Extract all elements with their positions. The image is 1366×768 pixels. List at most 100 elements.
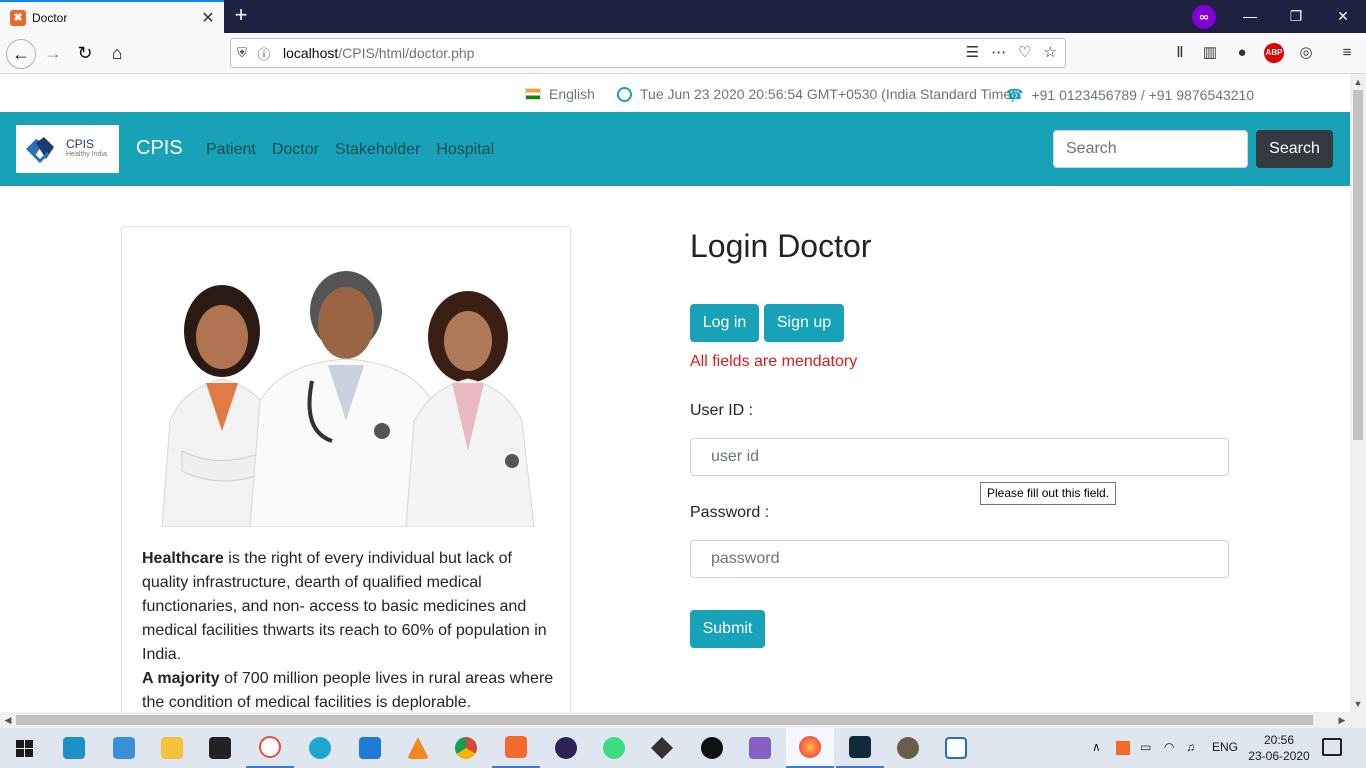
page-title: Login Doctor bbox=[690, 228, 872, 264]
volume-icon[interactable]: ♫ bbox=[1186, 740, 1195, 754]
nav-patient[interactable]: Patient bbox=[206, 141, 256, 159]
validation-tooltip: Please fill out this field. bbox=[980, 482, 1117, 505]
handshake-logo-icon bbox=[26, 137, 54, 164]
browser-tab[interactable]: ✖ Doctor ✕ bbox=[0, 0, 224, 33]
scroll-down-icon[interactable]: ▼ bbox=[1350, 696, 1366, 712]
extension-icon[interactable]: ◎ bbox=[1296, 43, 1316, 63]
unity-icon[interactable] bbox=[638, 728, 686, 768]
horizontal-scrollbar[interactable]: ◀ ▶ bbox=[0, 712, 1350, 728]
search-input[interactable] bbox=[1053, 130, 1248, 168]
alarm-clock-icon bbox=[617, 86, 632, 102]
android-studio-icon[interactable] bbox=[590, 728, 638, 768]
windows-start-icon[interactable] bbox=[0, 728, 48, 768]
shield-icon[interactable]: ⛨ bbox=[231, 45, 253, 61]
notification-icon[interactable] bbox=[1322, 738, 1342, 756]
main-nav: Patient Doctor Stakeholder Hospital bbox=[206, 141, 494, 159]
taskbar: ∧ ▭ ◠ ♫ ENG 20:56 23-06-2020 bbox=[0, 728, 1366, 768]
back-button[interactable]: ← bbox=[6, 39, 36, 69]
private-browsing-icon: ∞ bbox=[1192, 5, 1216, 29]
scroll-up-icon[interactable]: ▲ bbox=[1350, 74, 1366, 90]
restore-button[interactable]: ❐ bbox=[1273, 0, 1319, 33]
nav-hospital[interactable]: Hospital bbox=[436, 141, 494, 159]
close-window-button[interactable]: ✕ bbox=[1320, 0, 1366, 33]
taskbar-time: 20:56 bbox=[1263, 733, 1295, 747]
language-selector[interactable]: English bbox=[549, 86, 595, 102]
vlc-icon[interactable] bbox=[394, 728, 442, 768]
edge-icon[interactable] bbox=[296, 728, 344, 768]
more-actions-icon[interactable]: ⋯ bbox=[991, 43, 1006, 61]
url-bar[interactable]: ⛨ ⓘ localhost/CPIS/html/doctor.php ☰ ⋯ ♡… bbox=[230, 38, 1066, 68]
search-button[interactable]: Search bbox=[1256, 130, 1333, 168]
gimp-icon[interactable] bbox=[884, 728, 932, 768]
site-header: CPIS Healthy India CPIS Patient Doctor S… bbox=[0, 112, 1350, 186]
vertical-scrollbar[interactable]: ▲ ▼ bbox=[1350, 74, 1366, 712]
unreal-icon[interactable] bbox=[688, 728, 736, 768]
url-text[interactable]: localhost/CPIS/html/doctor.php bbox=[283, 45, 474, 61]
phone-icon: ☎ bbox=[1006, 86, 1024, 102]
bookmark-star-icon[interactable]: ☆ bbox=[1044, 43, 1057, 61]
tab-title: Doctor bbox=[32, 10, 68, 25]
pocket-icon[interactable]: ♡ bbox=[1018, 43, 1031, 61]
password-input[interactable] bbox=[690, 540, 1229, 578]
submit-button[interactable]: Submit bbox=[690, 610, 765, 648]
wifi-icon[interactable]: ◠ bbox=[1164, 740, 1174, 754]
password-label: Password : bbox=[690, 504, 770, 521]
visual-studio-icon[interactable] bbox=[736, 728, 784, 768]
info-p1-bold: Healthcare bbox=[142, 550, 224, 567]
info-icon[interactable]: ⓘ bbox=[253, 44, 275, 63]
xampp-icon: ✖ bbox=[10, 9, 26, 26]
horizontal-scroll-thumb[interactable] bbox=[16, 715, 1313, 725]
browser-navbar: ← → ↻ ⌂ ⛨ ⓘ localhost/CPIS/html/doctor.p… bbox=[0, 33, 1366, 74]
info-p2-bold: A majority bbox=[142, 670, 220, 687]
scroll-left-icon[interactable]: ◀ bbox=[0, 712, 16, 728]
library-icon[interactable]: Ⅱ bbox=[1170, 43, 1190, 63]
forward-button[interactable]: → bbox=[38, 39, 68, 69]
reader-view-icon[interactable]: ☰ bbox=[966, 43, 979, 61]
logo-subtitle: Healthy India bbox=[66, 151, 107, 158]
signup-tab-button[interactable]: Sign up bbox=[764, 304, 844, 342]
logo-title: CPIS bbox=[66, 137, 95, 151]
input-language[interactable]: ENG bbox=[1212, 740, 1238, 754]
userid-input[interactable] bbox=[690, 438, 1229, 476]
login-tab-button[interactable]: Log in bbox=[690, 304, 759, 342]
battery-icon[interactable]: ▭ bbox=[1140, 740, 1151, 754]
app-icon-a[interactable] bbox=[246, 728, 294, 768]
top-info-bar: English Tue Jun 23 2020 20:56:54 GMT+053… bbox=[0, 86, 1350, 106]
sidebar-icon[interactable]: ▥ bbox=[1200, 43, 1220, 63]
vscode-icon[interactable] bbox=[346, 728, 394, 768]
command-prompt-icon[interactable] bbox=[196, 728, 244, 768]
nav-stakeholder[interactable]: Stakeholder bbox=[335, 141, 420, 159]
chrome-icon[interactable] bbox=[442, 728, 490, 768]
india-flag-icon bbox=[525, 88, 541, 100]
notepad-icon[interactable] bbox=[932, 728, 980, 768]
task-view-icon[interactable] bbox=[50, 728, 98, 768]
xampp-icon[interactable] bbox=[492, 728, 540, 768]
home-button[interactable]: ⌂ bbox=[102, 39, 132, 69]
new-tab-button[interactable]: + bbox=[230, 4, 252, 28]
account-icon[interactable]: ● bbox=[1232, 43, 1252, 63]
file-explorer-icon[interactable] bbox=[148, 728, 196, 768]
vertical-scroll-thumb[interactable] bbox=[1353, 90, 1363, 440]
browser-tabbar: ✖ Doctor ✕ + ∞ — ❐ ✕ bbox=[0, 0, 1366, 33]
scroll-right-icon[interactable]: ▶ bbox=[1334, 712, 1350, 728]
eclipse-icon[interactable] bbox=[542, 728, 590, 768]
app-icon-dark[interactable] bbox=[836, 728, 884, 768]
control-panel-icon[interactable] bbox=[100, 728, 148, 768]
info-text: Healthcare is the right of every individ… bbox=[142, 547, 554, 712]
taskbar-clock[interactable]: 20:56 23-06-2020 bbox=[1240, 732, 1318, 764]
userid-label: User ID : bbox=[690, 402, 754, 419]
xampp-tray-icon[interactable] bbox=[1116, 741, 1130, 755]
brand-link[interactable]: CPIS bbox=[136, 137, 183, 160]
minimize-button[interactable]: — bbox=[1227, 0, 1273, 33]
page-viewport: English Tue Jun 23 2020 20:56:54 GMT+053… bbox=[0, 74, 1350, 712]
info-card: Healthcare is the right of every individ… bbox=[121, 226, 571, 712]
site-logo[interactable]: CPIS Healthy India bbox=[16, 125, 119, 173]
menu-icon[interactable]: ≡ bbox=[1337, 43, 1357, 63]
close-tab-icon[interactable]: ✕ bbox=[198, 8, 218, 28]
chevron-up-icon[interactable]: ∧ bbox=[1092, 740, 1101, 754]
scrollbar-corner bbox=[1350, 712, 1366, 728]
adblock-icon[interactable]: ABP bbox=[1264, 43, 1284, 63]
nav-doctor[interactable]: Doctor bbox=[272, 141, 319, 159]
firefox-icon[interactable] bbox=[786, 728, 834, 768]
reload-button[interactable]: ↻ bbox=[70, 39, 100, 69]
